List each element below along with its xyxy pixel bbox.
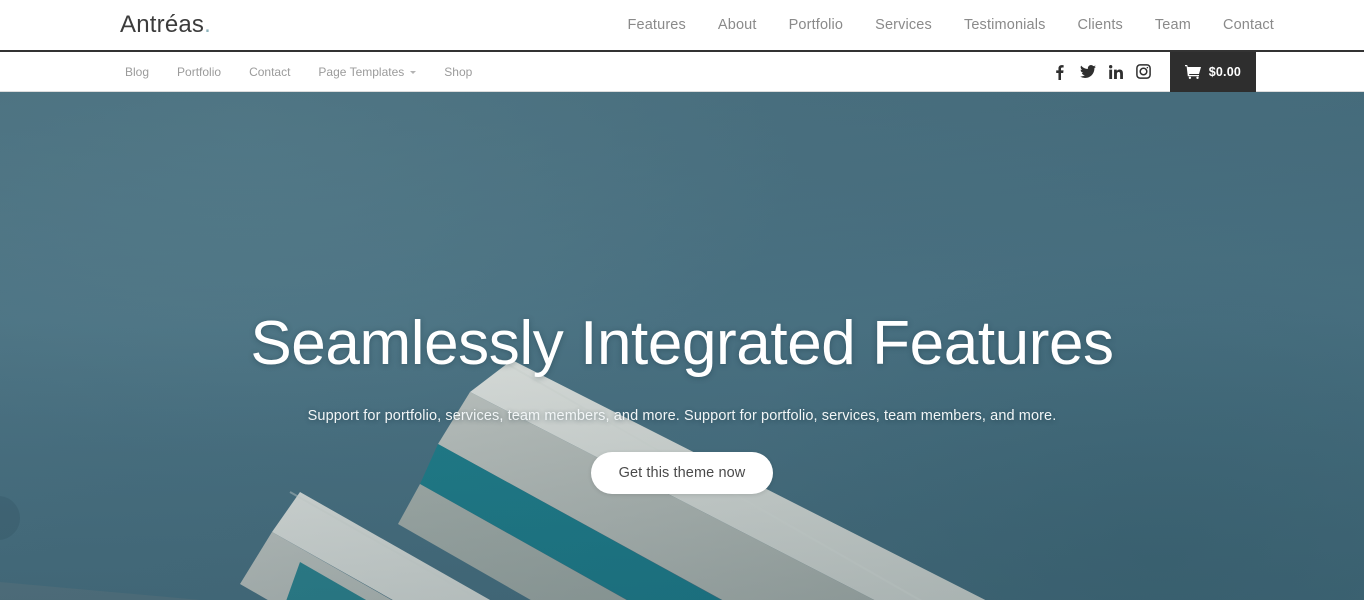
linkedin-icon: [1108, 64, 1123, 79]
hero-title: Seamlessly Integrated Features: [250, 309, 1114, 378]
nav-item-clients[interactable]: Clients: [1062, 17, 1139, 33]
main-header: Antréas. Features About Portfolio Servic…: [0, 0, 1364, 52]
nav-item-testimonials[interactable]: Testimonials: [948, 17, 1062, 33]
nav-item-team[interactable]: Team: [1139, 17, 1207, 33]
cart-button[interactable]: $0.00: [1169, 52, 1256, 92]
page-root: Antréas. Features About Portfolio Servic…: [0, 0, 1364, 600]
subnav-item-blog[interactable]: Blog: [117, 65, 163, 79]
twitter-icon: [1079, 64, 1096, 79]
hero-slider: Seamlessly Integrated Features Support f…: [0, 92, 1364, 600]
instagram-icon: [1136, 64, 1152, 79]
subnav-label-page-templates: Page Templates: [318, 64, 405, 79]
instagram-link[interactable]: [1130, 52, 1158, 92]
linkedin-link[interactable]: [1102, 52, 1130, 92]
shopping-cart-icon: [1184, 65, 1201, 79]
hero-cta-button[interactable]: Get this theme now: [590, 452, 774, 495]
social-links: [1046, 52, 1170, 91]
secondary-header: Blog Portfolio Contact Page Templates Sh…: [0, 52, 1364, 92]
subnav-label-shop: Shop: [444, 64, 473, 79]
secondary-navigation: Blog Portfolio Contact Page Templates Sh…: [117, 52, 486, 91]
subnav-item-portfolio[interactable]: Portfolio: [163, 65, 235, 79]
twitter-link[interactable]: [1074, 52, 1102, 92]
nav-item-portfolio[interactable]: Portfolio: [773, 17, 860, 33]
subnav-label-blog: Blog: [125, 64, 150, 79]
subnav-item-contact[interactable]: Contact: [235, 65, 304, 79]
facebook-icon: [1055, 64, 1064, 80]
nav-item-services[interactable]: Services: [859, 17, 948, 33]
main-navigation: Features About Portfolio Services Testim…: [612, 17, 1275, 33]
subnav-label-contact: Contact: [249, 64, 291, 79]
nav-item-features[interactable]: Features: [612, 17, 702, 33]
secondary-header-right: $0.00: [1046, 52, 1256, 92]
subnav-item-page-templates[interactable]: Page Templates: [304, 65, 430, 79]
brand-name: Antréas: [120, 11, 205, 38]
subnav-label-portfolio: Portfolio: [177, 64, 222, 79]
hero-subtitle: Support for portfolio, services, team me…: [307, 408, 1057, 425]
facebook-link[interactable]: [1046, 52, 1074, 92]
brand-dot: .: [204, 11, 211, 38]
hero-content: Seamlessly Integrated Features Support f…: [0, 309, 1364, 495]
brand-logo[interactable]: Antréas.: [120, 13, 211, 37]
nav-item-about[interactable]: About: [702, 17, 773, 33]
cart-amount: $0.00: [1208, 65, 1241, 79]
subnav-item-shop[interactable]: Shop: [430, 65, 486, 79]
nav-item-contact[interactable]: Contact: [1207, 17, 1274, 33]
chevron-down-icon: [410, 71, 417, 74]
